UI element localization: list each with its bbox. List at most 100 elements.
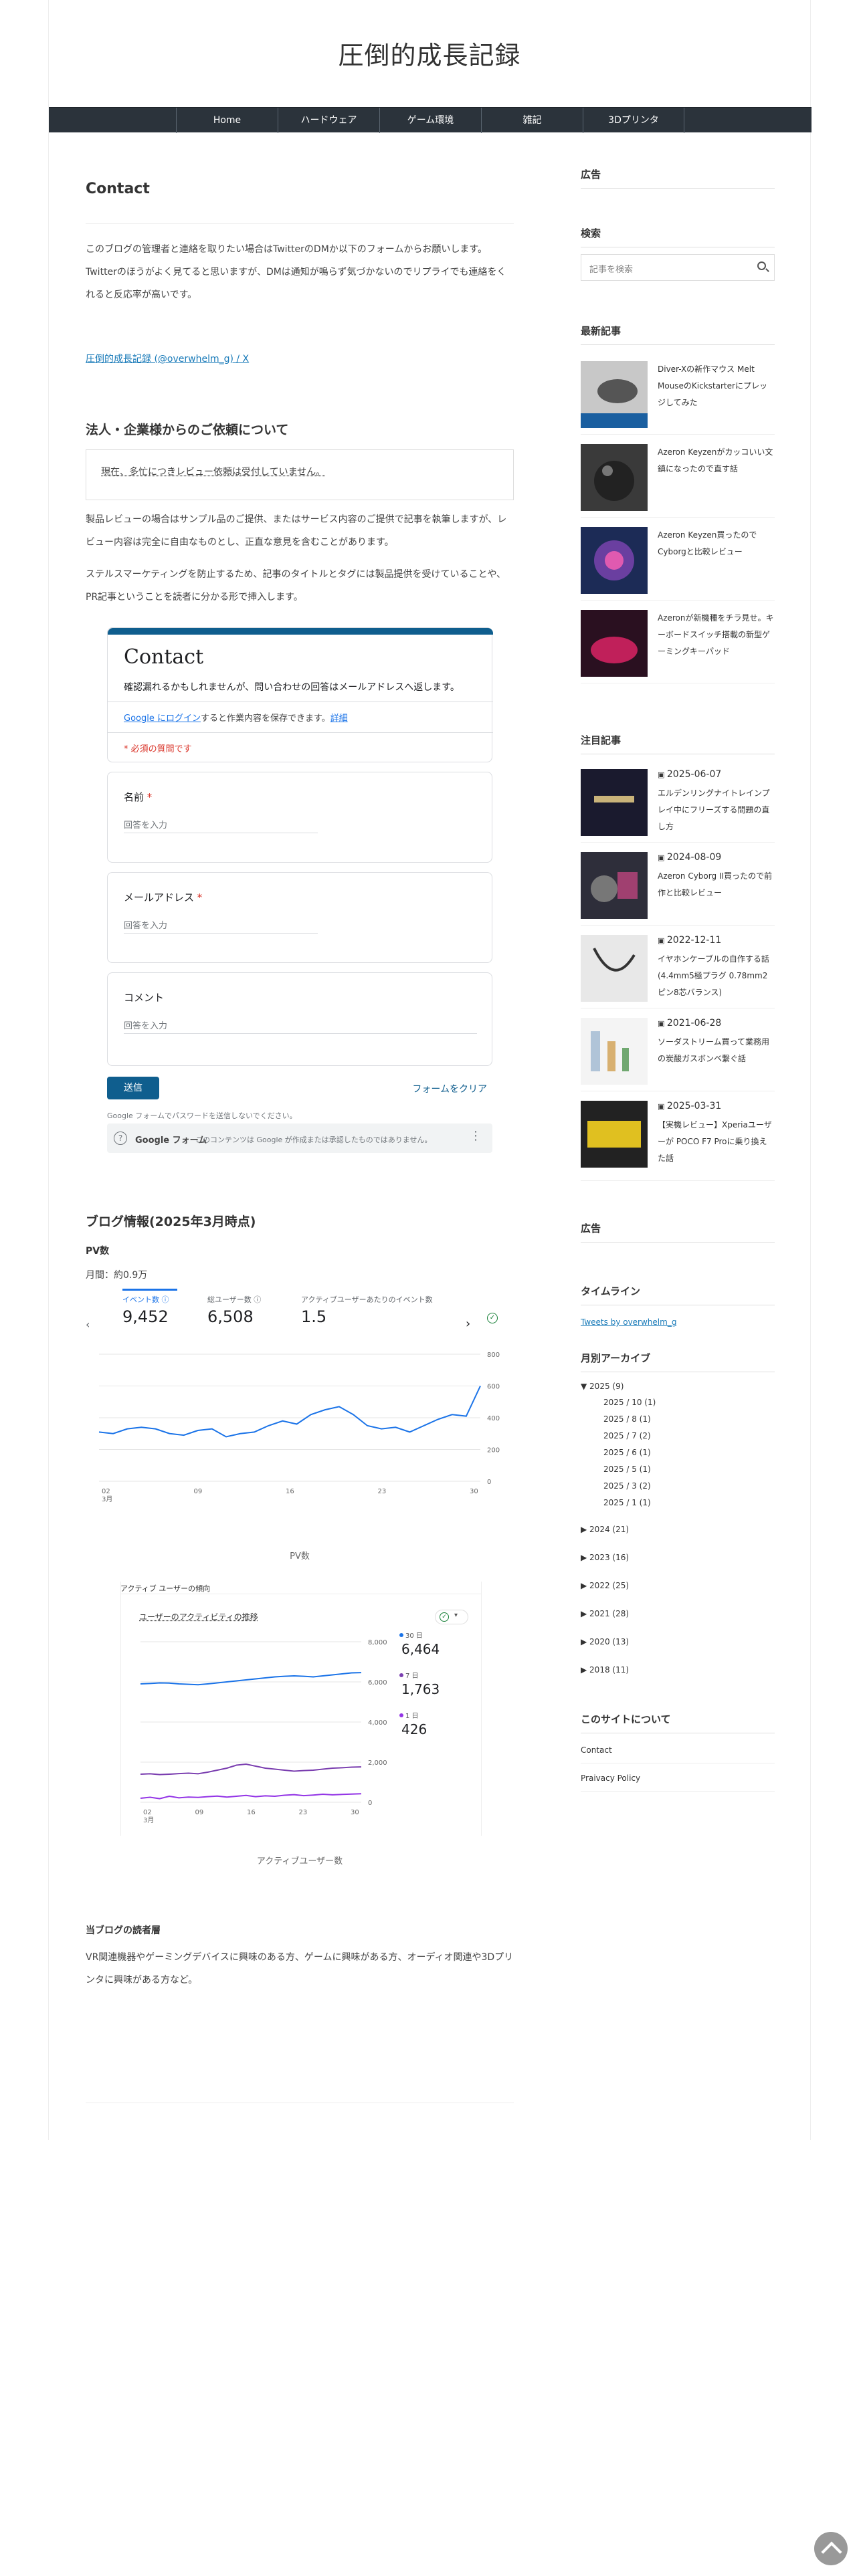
corp-paragraph-2: ステルスマーケティングを防止するため、記事のタイトルとタグには製品提供を受けてい… — [86, 569, 506, 603]
series-line — [98, 1386, 481, 1438]
question-email-label: メールアドレス * — [124, 890, 202, 904]
archive-month[interactable]: 2025 / 8 (1) — [603, 1414, 651, 1424]
help-icon[interactable]: ? — [114, 1132, 127, 1145]
notice-box: 現在、多忙につきレビュー依頼は受付していません。 — [86, 449, 514, 500]
y-tick-label: 4,000 — [368, 1719, 387, 1727]
question-name-label: 名前 * — [124, 790, 152, 804]
series-line — [140, 1672, 362, 1686]
post-thumbnail — [581, 769, 648, 836]
featured-post-title[interactable]: イヤホンケーブルの自作する話 (4.4mm5極プラグ 0.78mm2ピン8芯バラ… — [658, 951, 775, 1001]
input-underline — [124, 933, 318, 934]
divider — [108, 732, 493, 733]
email-input[interactable]: 回答を入力 — [124, 918, 167, 931]
page-container: 圧倒的成長記録 Home ハードウェア ゲーム環境 雑記 3Dプリンタ Cont… — [48, 0, 812, 2140]
x-tick-label: 16 — [247, 1809, 256, 1816]
nav-home[interactable]: Home — [176, 108, 278, 133]
corp-heading: 法人・企業様からのご依頼について — [86, 423, 289, 437]
y-tick-label: 800 — [487, 1352, 500, 1359]
about-link-contact[interactable]: Contact — [581, 1745, 775, 1763]
question-comment-label: コメント — [124, 992, 165, 1004]
twitter-link[interactable]: 圧倒的成長記録 (@overwhelm_g) / X — [86, 348, 249, 370]
required-star: * — [147, 791, 153, 803]
recent-post-item[interactable]: Azeron Keyzen買ったのでCyborgと比較レビュー — [581, 527, 775, 601]
about-link-privacy[interactable]: Praivacy Policy — [581, 1774, 775, 1792]
nav-hardware[interactable]: ハードウェア — [278, 108, 379, 133]
form-accent-bar — [108, 628, 493, 635]
name-input[interactable]: 回答を入力 — [124, 818, 167, 831]
featured-post-date: 2021-06-28 — [658, 1018, 721, 1029]
featured-post-title[interactable]: ソーダストリーム買って業務用の炭酸ガスボンベ繋ぐ話 — [658, 1034, 775, 1067]
nav-misc[interactable]: 雑記 — [481, 108, 583, 133]
post-thumbnail — [581, 527, 648, 594]
more-menu-icon[interactable]: ⋮ — [470, 1129, 482, 1143]
featured-post-title[interactable]: エルデンリングナイトレインプレイ中にフリーズする問題の直し方 — [658, 785, 775, 835]
recent-post-title[interactable]: Azeron Keyzenがカッコいい文鎮になったので直す話 — [658, 444, 775, 477]
widget-search-title: 検索 — [581, 226, 775, 247]
archive-month[interactable]: 2025 / 1 (1) — [603, 1498, 651, 1507]
archive-year[interactable]: ▶ 2018 (11) — [581, 1665, 629, 1675]
clear-form-button[interactable]: フォームをクリア — [412, 1082, 487, 1095]
comment-input[interactable]: 回答を入力 — [124, 1018, 167, 1031]
archive-month[interactable]: 2025 / 3 (2) — [603, 1481, 651, 1491]
widget-recent-title: 最新記事 — [581, 324, 775, 345]
login-detail-link[interactable]: 詳細 — [330, 714, 348, 724]
archive-month[interactable]: 2025 / 10 (1) — [603, 1398, 656, 1407]
post-thumbnail — [581, 1101, 648, 1168]
recent-post-title[interactable]: Diver-Xの新作マウス Melt MouseのKickstarterにプレッ… — [658, 361, 775, 411]
featured-post-item[interactable]: 2025-03-31 【実機レビュー】Xperiaユーザーが POCO F7 P… — [581, 1101, 775, 1181]
recent-post-item[interactable]: Azeron Keyzenがカッコいい文鎮になったので直す話 — [581, 444, 775, 518]
y-tick-label: 200 — [487, 1447, 500, 1455]
nav-3d-printer[interactable]: 3Dプリンタ — [583, 108, 684, 133]
recent-post-title[interactable]: Azeron Keyzen買ったのでCyborgと比較レビュー — [658, 527, 775, 560]
archive-year[interactable]: ▶ 2023 (16) — [581, 1553, 629, 1562]
featured-post-title[interactable]: Azeron Cyborg II買ったので前作と比較レビュー — [658, 868, 775, 901]
y-tick-label: 6,000 — [368, 1679, 387, 1687]
archive-month[interactable]: 2025 / 7 (2) — [603, 1431, 651, 1440]
featured-post-item[interactable]: 2021-06-28 ソーダストリーム買って業務用の炭酸ガスボンベ繋ぐ話 — [581, 1018, 775, 1091]
nav-game-env[interactable]: ゲーム環境 — [379, 108, 481, 133]
chevron-down-icon: ▾ — [454, 1612, 458, 1619]
recent-post-title[interactable]: Azeronが新機種をチラ見せ。キーボードスイッチ搭載の新型ゲーミングキーパッド — [658, 610, 775, 660]
recent-post-item[interactable]: Diver-Xの新作マウス Melt MouseのKickstarterにプレッ… — [581, 361, 775, 435]
archive-year[interactable]: ▶ 2021 (28) — [581, 1609, 629, 1618]
archive-year-2025[interactable]: ▼ 2025 (9) — [581, 1382, 624, 1391]
y-tick-label: 0 — [487, 1479, 491, 1486]
search-input[interactable]: 記事を検索 — [581, 254, 775, 281]
x-tick-label: 02 — [143, 1809, 152, 1816]
intro-text: このブログの管理者と連絡を取りたい場合はTwitterのDMか以下のフォームから… — [86, 244, 506, 300]
archive-year[interactable]: ▶ 2022 (25) — [581, 1581, 629, 1590]
widget-about-title: このサイトについて — [581, 1712, 775, 1733]
archive-year[interactable]: ▶ 2020 (13) — [581, 1637, 629, 1646]
featured-post-item[interactable]: 2025-06-07 エルデンリングナイトレインプレイ中にフリーズする問題の直し… — [581, 769, 775, 843]
form-description: 確認漏れるかもしれませんが、問い合わせの回答はメールアドレスへ返します。 — [124, 682, 460, 693]
featured-post-item[interactable]: 2024-08-09 Azeron Cyborg II買ったので前作と比較レビュ… — [581, 852, 775, 926]
recent-post-item[interactable]: Azeronが新機種をチラ見せ。キーボードスイッチ搭載の新型ゲーミングキーパッド — [581, 610, 775, 683]
series-line — [140, 1763, 362, 1776]
back-to-top-button[interactable] — [814, 2532, 848, 2565]
y-tick-label: 2,000 — [368, 1759, 387, 1767]
submit-button[interactable]: 送信 — [107, 1077, 159, 1099]
widget-ad-title: 広告 — [581, 167, 775, 189]
legend-marker — [399, 1673, 403, 1677]
form-footer: ? Google フォーム このコンテンツは Google が作成または承認した… — [107, 1123, 492, 1153]
search-icon[interactable] — [757, 261, 766, 270]
search-placeholder: 記事を検索 — [589, 265, 634, 275]
featured-post-date: 2024-08-09 — [658, 852, 721, 863]
post-thumbnail — [581, 852, 648, 919]
active-users-chart: アクティブ ユーザーの傾向 ユーザーのアクティビティの推移 ✓ ▾ 0 2,000… — [120, 1582, 482, 1836]
featured-post-date: 2025-03-31 — [658, 1101, 721, 1111]
google-login-link[interactable]: Google にログイン — [124, 714, 201, 724]
legend-label: 1 日 — [405, 1713, 419, 1720]
archive-year[interactable]: ▶ 2024 (21) — [581, 1525, 629, 1534]
archive-month[interactable]: 2025 / 5 (1) — [603, 1465, 651, 1474]
timeline-link[interactable]: Tweets by overwhelm_g — [581, 1317, 676, 1327]
chart2-title: ユーザーのアクティビティの推移 — [139, 1612, 258, 1622]
pv-heading: PV数 — [86, 1246, 110, 1257]
x-tick-label: 02 — [102, 1488, 110, 1495]
featured-post-title[interactable]: 【実機レビュー】Xperiaユーザーが POCO F7 Proに乗り換えた話 — [658, 1117, 775, 1167]
featured-post-item[interactable]: 2022-12-11 イヤホンケーブルの自作する話 (4.4mm5極プラグ 0.… — [581, 935, 775, 1008]
x-tick-label: 23 — [299, 1809, 308, 1816]
site-title[interactable]: 圧倒的成長記録 — [49, 35, 810, 72]
input-underline — [124, 1033, 477, 1034]
archive-month[interactable]: 2025 / 6 (1) — [603, 1448, 651, 1457]
